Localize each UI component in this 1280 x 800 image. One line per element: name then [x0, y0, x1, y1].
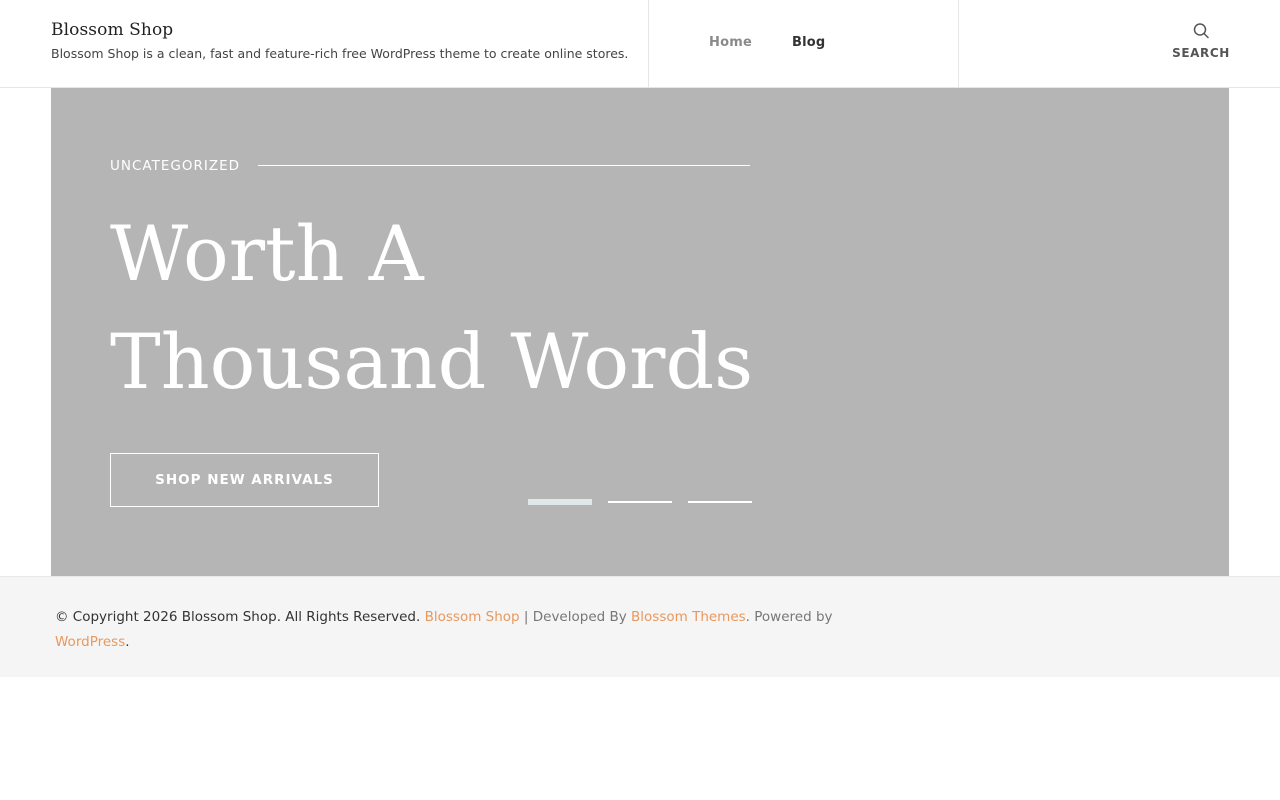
- footer-wordpress-link[interactable]: WordPress: [55, 634, 125, 650]
- developed-by-text: | Developed By: [519, 609, 632, 625]
- hero-category-link[interactable]: UNCATEGORIZED: [110, 158, 240, 174]
- search-button[interactable]: SEARCH: [1170, 22, 1232, 60]
- slider-dot-1[interactable]: [528, 499, 592, 505]
- main-navigation: Home Blog: [709, 35, 825, 50]
- slider-pagination: [528, 499, 752, 505]
- header-divider-right: [958, 0, 959, 87]
- category-divider-line: [258, 165, 750, 166]
- copyright-text: © Copyright 2026 Blossom Shop. All Right…: [55, 609, 421, 625]
- site-footer: © Copyright 2026 Blossom Shop. All Right…: [0, 576, 1280, 677]
- slider-dot-2[interactable]: [608, 501, 672, 503]
- site-title[interactable]: Blossom Shop: [51, 20, 628, 40]
- powered-by-text: . Powered by: [745, 609, 833, 625]
- hero-title: Worth A Thousand Words: [110, 209, 754, 406]
- search-icon: [1193, 23, 1209, 39]
- site-description: Blossom Shop is a clean, fast and featur…: [51, 46, 629, 61]
- site-branding: Blossom Shop Blossom Shop is a clean, fa…: [51, 20, 628, 61]
- footer-credits: © Copyright 2026 Blossom Shop. All Right…: [55, 605, 855, 655]
- footer-theme-link[interactable]: Blossom Shop: [425, 609, 520, 625]
- nav-item-blog[interactable]: Blog: [792, 35, 825, 50]
- footer-developer-link[interactable]: Blossom Themes: [631, 609, 746, 625]
- nav-item-home[interactable]: Home: [709, 35, 752, 50]
- hero-category-row: UNCATEGORIZED: [110, 158, 750, 178]
- header-divider-left: [648, 0, 649, 87]
- site-header: Blossom Shop Blossom Shop is a clean, fa…: [0, 0, 1280, 88]
- hero-slider: UNCATEGORIZED Worth A Thousand Words SHO…: [51, 88, 1229, 576]
- shop-new-arrivals-button[interactable]: SHOP NEW ARRIVALS: [110, 453, 379, 507]
- slider-dot-3[interactable]: [688, 501, 752, 503]
- search-label: SEARCH: [1172, 46, 1230, 60]
- footer-end-punct: .: [125, 634, 130, 650]
